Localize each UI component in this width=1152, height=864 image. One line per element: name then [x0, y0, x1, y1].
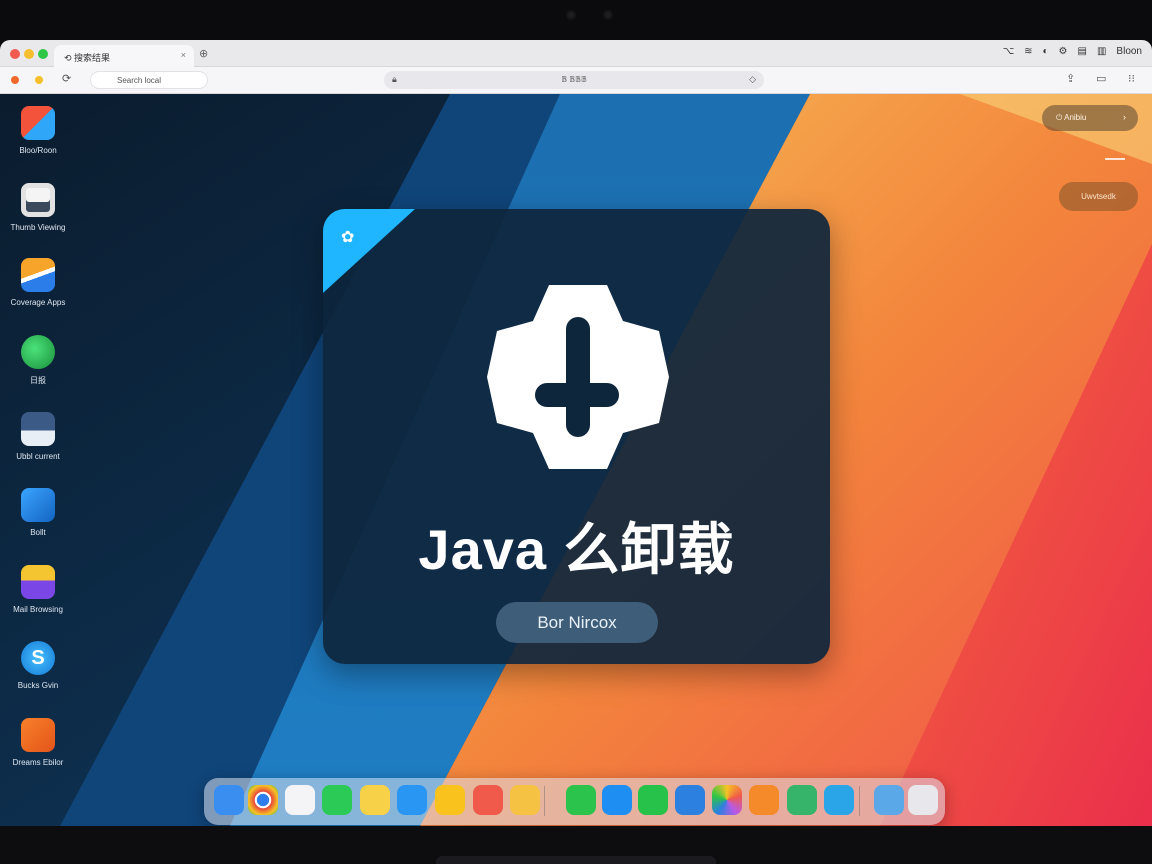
dock-finder-icon[interactable] [214, 785, 244, 815]
app-icon [21, 258, 55, 292]
dock-add-icon[interactable] [602, 785, 632, 815]
folder-icon [21, 565, 55, 599]
pill-icon: ⏻ [1056, 113, 1065, 122]
desktop-icon-label: Bloo/Roon [19, 146, 57, 155]
image-icon [21, 412, 55, 446]
maximize-window-button[interactable] [38, 49, 48, 59]
display-icon[interactable]: ◐ [1043, 46, 1049, 57]
desktop-icon-3[interactable]: Coverage Apps [8, 258, 68, 307]
s-icon: S [21, 641, 55, 675]
dock-photos-icon[interactable] [712, 785, 742, 815]
desktop-icon-label: Bollt [30, 528, 46, 537]
dock-translate-icon[interactable] [397, 785, 427, 815]
desktop-icon-9[interactable]: Dreams Ebilor [8, 718, 68, 767]
dock-pac-icon[interactable] [435, 785, 465, 815]
dock-maps-icon[interactable] [787, 785, 817, 815]
top-right-pill-label: Anibiu [1064, 113, 1087, 122]
app-icon [21, 718, 55, 752]
desktop-icon-6[interactable]: Bollt [8, 488, 68, 537]
dock-trash-icon[interactable] [908, 785, 938, 815]
dock-separator [544, 786, 545, 816]
app-icon [21, 106, 55, 140]
dock [204, 778, 945, 825]
url-text: 𝔹 𝔹𝔹𝔹 [561, 75, 587, 84]
dock-stickies-icon[interactable] [510, 785, 540, 815]
desktop-icon-label: Dreams Ebilor [12, 758, 64, 767]
tabs-overview-icon[interactable]: ▭ [1096, 72, 1106, 85]
desktop-icon-label: Mail Browsing [13, 605, 63, 614]
desktop-icon-label: Bucks Gvin [17, 681, 59, 690]
top-right-pill[interactable]: ⏻ Anibiu › [1042, 105, 1138, 131]
dock-wechat-icon[interactable] [566, 785, 596, 815]
phone-icon [21, 335, 55, 369]
desktop-icon-4[interactable]: 日报 [8, 335, 68, 386]
desktop-icon-8[interactable]: S Bucks Gvin [8, 641, 68, 690]
desktop-icon-label: Coverage Apps [10, 298, 66, 307]
reload-icon[interactable]: ⟳ [62, 72, 71, 85]
device-bezel: ⟲ 搜索结果 × ⊕ ⌥ ≋ ◐ ⚙ ▤ ▥ Bloon ⟳ Search lo… [0, 0, 1152, 864]
more-icon[interactable]: ⁝⁝ [1128, 72, 1135, 85]
desktop-icon-label: Thumb Viewing [10, 223, 66, 232]
sidebar-icon[interactable]: ▥ [1097, 46, 1106, 57]
dock-calendar-icon[interactable] [285, 785, 315, 815]
address-bar: ⟳ Search local 🔒︎ 𝔹 𝔹𝔹𝔹 ◇ ⇪ ▭ ⁝⁝ [0, 67, 1152, 94]
curve-icon [21, 488, 55, 522]
system-tray: ⌥ ≋ ◐ ⚙ ▤ ▥ Bloon [1003, 46, 1142, 57]
orange-pill-label: Uwvtsedk [1081, 192, 1116, 201]
option-icon[interactable]: ⌥ [1003, 46, 1015, 57]
dock-reminders-icon[interactable] [473, 785, 503, 815]
tab-favicon-icon: ⟲ [64, 53, 75, 63]
dock-notes-icon[interactable] [360, 785, 390, 815]
desktop-icon-7[interactable]: Mail Browsing [8, 565, 68, 614]
disk-icon [21, 183, 55, 217]
menu-clock[interactable]: Bloon [1116, 46, 1142, 57]
tab-title: 搜索结果 [74, 53, 111, 63]
sensor-icon [603, 10, 613, 20]
desktop-icon-5[interactable]: Ubbl current [8, 412, 68, 461]
extension-icon[interactable] [11, 76, 19, 84]
desktop-icon-label: 日报 [30, 376, 46, 385]
chevron-right-icon: › [1123, 112, 1126, 122]
gear-plus-icon [487, 285, 669, 469]
corner-ribbon [323, 209, 415, 293]
dock-phone-icon[interactable] [638, 785, 668, 815]
minimize-window-button[interactable] [24, 49, 34, 59]
shield-icon[interactable]: ◇ [749, 74, 756, 85]
dock-chrome-icon[interactable] [248, 785, 278, 815]
desktop-icon-2[interactable]: Thumb Viewing [8, 183, 68, 232]
desktop: Bloo/Roon Thumb Viewing Coverage Apps 日报… [0, 94, 1152, 826]
share-icon[interactable]: ⇪ [1066, 72, 1075, 85]
extension-icon[interactable] [35, 76, 43, 84]
search-pill[interactable]: Search local [90, 71, 208, 89]
camera-bar [0, 0, 1152, 40]
camera-icon [566, 10, 576, 20]
dock-check-icon[interactable] [322, 785, 352, 815]
new-tab-button[interactable]: ⊕ [199, 47, 208, 60]
dock-pages-icon[interactable] [749, 785, 779, 815]
orange-pill-button[interactable]: Uwvtsedk [1059, 182, 1138, 211]
dock-mail-icon[interactable] [675, 785, 705, 815]
search-pill-label: Search local [117, 76, 162, 85]
divider [1105, 158, 1125, 160]
dock-tools-icon[interactable] [874, 785, 904, 815]
device-notch [436, 856, 716, 864]
flower-icon: ✿ [341, 229, 355, 246]
tab-bar: ⟲ 搜索结果 × ⊕ ⌥ ≋ ◐ ⚙ ▤ ▥ Bloon [0, 40, 1152, 67]
close-window-button[interactable] [10, 49, 20, 59]
lock-icon: 🔒︎ [392, 74, 397, 84]
url-field[interactable]: 🔒︎ 𝔹 𝔹𝔹𝔹 ◇ [384, 71, 764, 89]
dock-separator [859, 786, 860, 816]
settings-icon[interactable]: ⚙ [1059, 46, 1068, 57]
dock-files-icon[interactable] [824, 785, 854, 815]
screen: ⟲ 搜索结果 × ⊕ ⌥ ≋ ◐ ⚙ ▤ ▥ Bloon ⟳ Search lo… [0, 40, 1152, 826]
tab-active[interactable]: ⟲ 搜索结果 × [54, 45, 194, 67]
app-card: ✿ Java 么卸载 Bor Nircox [323, 209, 830, 664]
desktop-icon-label: Ubbl current [16, 452, 60, 461]
wifi-icon[interactable]: ≋ [1024, 46, 1032, 57]
card-title: Java 么卸载 [418, 518, 735, 581]
tab-close-icon[interactable]: × [181, 50, 186, 60]
primary-button[interactable]: Bor Nircox [496, 602, 658, 643]
desktop-icon-1[interactable]: Bloo/Roon [8, 106, 68, 155]
grid-icon[interactable]: ▤ [1078, 46, 1087, 57]
